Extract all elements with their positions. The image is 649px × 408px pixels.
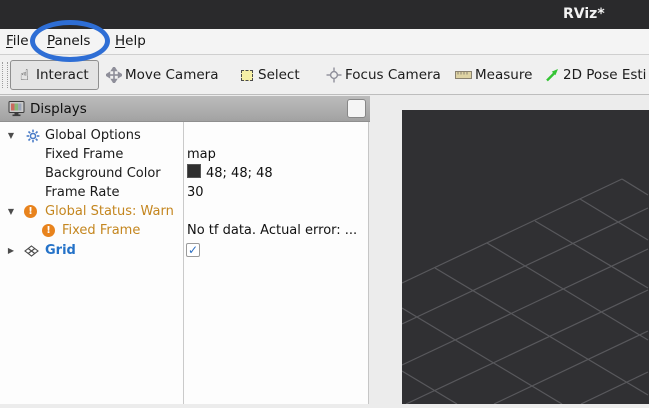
- fixed-frame-value[interactable]: map: [187, 145, 216, 164]
- ground-grid: [402, 110, 649, 404]
- interact-tool-button[interactable]: ☝ Interact: [10, 60, 99, 90]
- toolbar: ☝ Interact Move Camera Select: [0, 55, 649, 95]
- displays-panel-title: Displays: [30, 101, 87, 117]
- green-arrow-icon: [543, 67, 560, 84]
- row-label: Background Color: [45, 164, 161, 183]
- hand-cursor-icon: ☝: [16, 67, 33, 84]
- displays-monitor-icon: [8, 100, 26, 121]
- menu-help[interactable]: Help: [115, 33, 146, 49]
- menu-file[interactable]: File: [6, 33, 29, 49]
- tree-row-fixed-frame[interactable]: Fixed Frame map: [0, 145, 369, 164]
- move-arrows-icon: [105, 67, 122, 84]
- main-area: Displays ▼: [0, 95, 649, 404]
- tree-row-global-status[interactable]: ▼ ! Global Status: Warn: [0, 202, 369, 221]
- pose-estimate-tool-button[interactable]: 2D Pose Esti: [543, 63, 646, 87]
- warning-icon: !: [42, 224, 55, 237]
- title-bar: RViz*: [0, 0, 649, 29]
- background-color-value[interactable]: 48; 48; 48: [187, 164, 273, 183]
- move-camera-label: Move Camera: [125, 67, 218, 83]
- expander-icon[interactable]: ▼: [5, 126, 17, 145]
- row-label: Global Options: [45, 126, 141, 145]
- menu-bar: File Panels Help: [0, 29, 649, 55]
- select-label: Select: [258, 67, 300, 83]
- grid-display-icon: [24, 244, 39, 264]
- tree-row-global-options[interactable]: ▼ Global Options: [0, 126, 369, 145]
- displays-panel-header[interactable]: Displays: [0, 96, 370, 122]
- tf-error-value: No tf data. Actual error: ...: [187, 221, 357, 240]
- tree-row-frame-rate[interactable]: Frame Rate 30: [0, 183, 369, 202]
- row-label: Global Status: Warn: [45, 202, 174, 221]
- menu-panels[interactable]: Panels: [47, 33, 90, 49]
- row-label: Frame Rate: [45, 183, 119, 202]
- ruler-icon: [455, 67, 472, 84]
- expander-icon[interactable]: ▼: [5, 202, 17, 221]
- row-label: Fixed Frame: [45, 145, 123, 164]
- move-camera-tool-button[interactable]: Move Camera: [105, 63, 218, 87]
- panel-float-button[interactable]: [347, 99, 366, 118]
- render-viewport[interactable]: [402, 110, 649, 404]
- color-swatch: [187, 164, 201, 178]
- focus-camera-tool-button[interactable]: Focus Camera: [325, 63, 441, 87]
- displays-panel: Displays ▼: [0, 96, 370, 404]
- expander-icon[interactable]: ▶: [5, 241, 17, 260]
- select-tool-button[interactable]: Select: [238, 63, 300, 87]
- interact-label: Interact: [36, 67, 89, 83]
- tree-row-background-color[interactable]: Background Color 48; 48; 48: [0, 164, 369, 183]
- tree-row-fixed-frame-warning[interactable]: ! Fixed Frame No tf data. Actual error: …: [0, 221, 369, 240]
- pose-estimate-label: 2D Pose Esti: [563, 67, 646, 83]
- selection-box-icon: [238, 67, 255, 84]
- tree-row-grid[interactable]: ▶ Grid ✓: [0, 241, 369, 260]
- window-title: RViz*: [563, 6, 605, 22]
- measure-tool-button[interactable]: Measure: [455, 63, 532, 87]
- grid-enabled-checkbox[interactable]: ✓: [186, 243, 200, 257]
- measure-label: Measure: [475, 67, 532, 83]
- toolbar-grip-handle[interactable]: [2, 62, 8, 88]
- row-label: Fixed Frame: [62, 221, 140, 240]
- warning-icon: !: [24, 205, 37, 218]
- focus-camera-label: Focus Camera: [345, 67, 441, 83]
- displays-tree: ▼ Global Options Fixe: [0, 122, 369, 404]
- crosshair-icon: [325, 67, 342, 84]
- row-label: Grid: [45, 241, 76, 260]
- frame-rate-value[interactable]: 30: [187, 183, 204, 202]
